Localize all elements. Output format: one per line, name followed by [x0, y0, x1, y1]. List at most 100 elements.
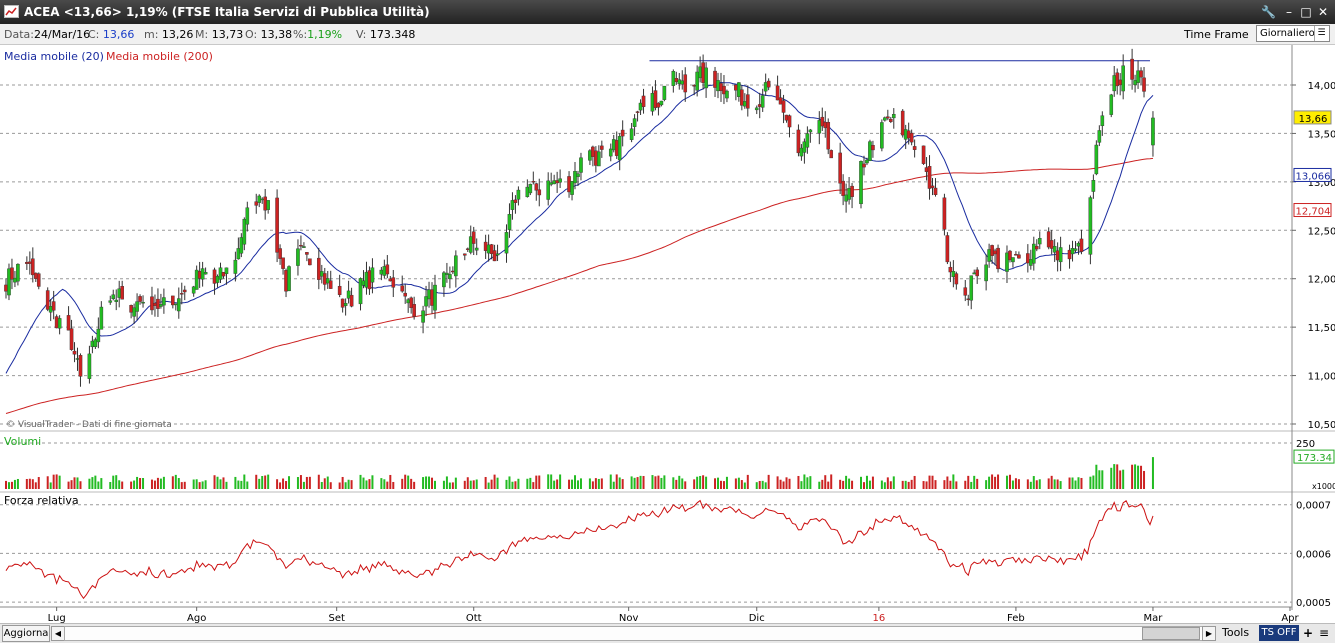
candle-body [7, 268, 11, 296]
candle-body [620, 129, 625, 137]
candle-body [516, 189, 521, 200]
volume-bar [442, 480, 445, 489]
ts-off-button[interactable]: TS OFF [1259, 625, 1299, 641]
candle-body [740, 89, 744, 106]
volume-bar [678, 475, 681, 489]
volume-bar [413, 481, 416, 489]
volume-bar [868, 480, 871, 489]
candle-body [448, 274, 452, 280]
chevron-down-icon[interactable]: ☰ [1314, 26, 1328, 41]
candle-body [111, 294, 116, 300]
volume-bar [1110, 467, 1113, 489]
candle-body [87, 353, 92, 379]
candle-body [284, 270, 288, 292]
candle-body [236, 248, 241, 260]
candle-body [510, 200, 515, 210]
candle-body [36, 273, 41, 287]
volume-bar [225, 481, 228, 489]
candle-body [361, 280, 366, 286]
candle-body [927, 166, 932, 189]
scrollbar-thumb[interactable] [1142, 627, 1200, 640]
volume-bar [198, 482, 201, 489]
volume-bar [365, 480, 368, 489]
scroll-right-button[interactable]: ▶ [1202, 626, 1216, 641]
volume-bar [475, 479, 478, 489]
timeframe-select[interactable]: Giornaliero ☰ [1256, 25, 1330, 42]
volume-bar [386, 481, 389, 489]
candle-body [379, 269, 384, 275]
candle-body [1014, 254, 1018, 256]
candle-body [632, 118, 637, 127]
volume-bar [350, 480, 353, 489]
volume-bar [717, 477, 720, 489]
candle-body [608, 148, 613, 157]
volume-bar [809, 476, 812, 489]
candle-body [903, 129, 908, 140]
volume-bar [862, 482, 865, 489]
volume-bar [737, 477, 740, 489]
minimize-button[interactable]: – [1282, 5, 1296, 19]
volume-bar [1053, 479, 1056, 489]
volume-bar [219, 479, 222, 489]
candle-body [597, 151, 601, 167]
volume-bar [684, 481, 687, 489]
x-tick-label: Apr [1281, 613, 1299, 623]
candle-body [132, 307, 136, 317]
volume-bar [973, 475, 976, 489]
volume-bar [597, 478, 600, 489]
candle-body [1097, 130, 1102, 143]
volume-bar [121, 481, 124, 489]
volume-bar [1029, 481, 1032, 489]
candle-body [427, 289, 431, 300]
candle-body [245, 207, 250, 225]
volume-bar [764, 482, 767, 489]
volume-bar [118, 480, 121, 489]
candle-body [370, 267, 375, 283]
volume-bar [860, 476, 863, 489]
candle-body [558, 178, 562, 183]
volume-bar [380, 478, 383, 489]
volume-bar [46, 476, 49, 489]
tools-button[interactable]: Tools [1222, 626, 1249, 639]
volume-bar [362, 477, 365, 489]
candle-body [1034, 245, 1039, 250]
volume-bar [553, 480, 556, 489]
scrollbar-track[interactable] [64, 626, 1204, 641]
timeframe-value: Giornaliero [1260, 28, 1315, 39]
menu-icon[interactable]: ≡ [1316, 625, 1332, 641]
candle-body [823, 121, 828, 129]
x-tick-label: Nov [619, 613, 639, 623]
close-button[interactable]: ✕ [1316, 5, 1330, 19]
candle-body [257, 195, 262, 203]
volume-bar [88, 478, 91, 489]
candle-body [468, 236, 473, 253]
volume-bar [612, 481, 615, 489]
volume-last-text: 173.34 [1297, 453, 1332, 464]
volume-bar [705, 476, 708, 489]
candle-body [659, 100, 664, 106]
candle-body [430, 289, 434, 306]
candle-body [948, 266, 953, 273]
scroll-left-button[interactable]: ◀ [51, 626, 65, 641]
candle-body [486, 244, 491, 254]
volume-bar [448, 482, 451, 489]
candle-body [212, 269, 217, 284]
add-button[interactable]: + [1301, 625, 1315, 641]
candle-body [588, 150, 592, 161]
chart-area[interactable]: 14,0013,5013,0012,5012,0011,5011,0010,50… [0, 45, 1335, 623]
maximize-button[interactable]: □ [1299, 5, 1313, 19]
candle-body [451, 270, 455, 273]
refresh-button[interactable]: Aggiorna [2, 625, 50, 642]
candle-body [191, 286, 196, 294]
volume-bar [31, 479, 34, 489]
volume-bar [1151, 457, 1154, 489]
candle-body [325, 278, 330, 284]
candle-body [1073, 248, 1078, 251]
volume-bar [976, 478, 979, 489]
candle-body [802, 141, 807, 153]
price-tick-label: 11,00 [1308, 372, 1335, 383]
volume-bar [952, 474, 955, 489]
tools-wrench-icon[interactable]: 🔧 [1261, 5, 1276, 19]
volume-bar [192, 479, 195, 489]
candle-body [403, 292, 408, 297]
